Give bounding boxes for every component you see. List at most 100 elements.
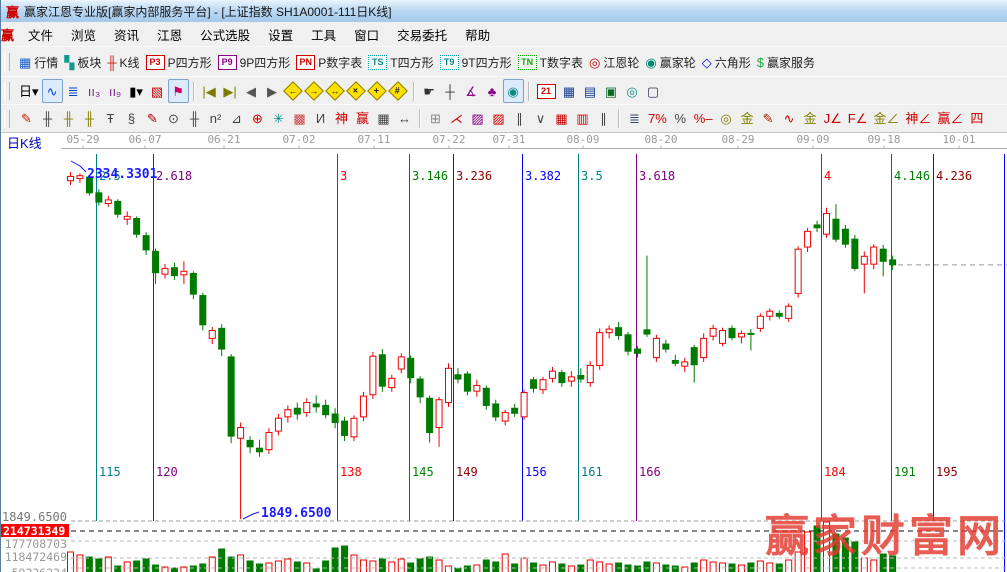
toolbar-tools-diamond-right[interactable]: → [304,79,325,103]
toolbar-tools-hand-tool[interactable]: ☛ [419,79,440,103]
toolbar-draw-grid-red[interactable]: ▦ [551,107,572,131]
toolbar-main-t-number-table[interactable]: TNT数字表 [515,50,586,74]
toolbar-draw-cycle-ruler[interactable]: ╫ [184,107,205,131]
toolbar-tools-save[interactable]: ▣ [601,79,622,103]
toolbar-main-winner-wheel[interactable]: ◉赢家轮 [642,50,698,74]
toolbar-main-winner-service[interactable]: $赢家服务 [754,50,818,74]
toolbar-draw-shen-angle[interactable]: 神∠ [902,107,934,131]
toolbar-draw-j-angle[interactable]: J∠ [821,107,845,131]
toolbar-draw-percent-7[interactable]: 7% [645,107,670,131]
toolbar-draw-stats-bars[interactable]: ≣ [624,107,645,131]
toolbar-main-9t-square[interactable]: T99T四方形 [437,50,515,74]
toolbar-tools-bars-3[interactable]: ıı₃ [84,79,105,103]
toolbar-main-p-square[interactable]: P3P四方形 [143,50,215,74]
toolbar-tools-nav-next[interactable]: ▶ [262,79,283,103]
toolbar-draw-grid-123[interactable]: ▦ [373,107,394,131]
toolbar-draw-angle-tool[interactable]: ⊿ [226,107,247,131]
toolbar-tools-calculator[interactable]: ▦ [559,79,580,103]
toolbar-tools-web[interactable]: ◎ [622,79,643,103]
toolbar-main-gripper[interactable] [4,53,10,71]
toolbar-draw-flag-pen[interactable]: ✎ [758,107,779,131]
toolbar-draw-wave-marks[interactable]: И [310,107,331,131]
menu-item-8[interactable]: 交易委托 [388,22,456,47]
toolbar-draw-percent-line[interactable]: %– [691,107,716,131]
toolbar-draw-gold-angle[interactable]: 金∠ [870,107,902,131]
menu-item-4[interactable]: 公式选股 [191,22,259,47]
toolbar-main-kline[interactable]: ╫K线 [104,50,142,74]
menu-item-7[interactable]: 窗口 [345,22,388,47]
toolbar-tools-nav-last[interactable]: ▶| [220,79,241,103]
menu-item-3[interactable]: 江恩 [148,22,191,47]
toolbar-draw-grid-box[interactable]: ▩ [289,107,310,131]
toolbar-draw-si-square[interactable]: 四 [966,107,987,131]
toolbar-draw-gold-ruler-2[interactable]: ╫ [79,107,100,131]
toolbar-draw-target[interactable]: ⊕ [247,107,268,131]
toolbar-tools-notebook[interactable]: ▤ [580,79,601,103]
toolbar-draw-star[interactable]: ✳ [268,107,289,131]
toolbar-draw-time-clock[interactable]: ⊙ [163,107,184,131]
toolbar-tools-angle-measure[interactable]: ∡ [461,79,482,103]
toolbar-tools-pattern-marks[interactable]: ▧ [147,79,168,103]
toolbar-tools-info-note[interactable]: ≣ [63,79,84,103]
toolbar-tools-zigzag-stats[interactable]: ∿ [42,79,63,103]
toolbar-tools-diamond-x[interactable]: × [346,79,367,103]
toolbar-main-t-square[interactable]: TST四方形 [365,50,436,74]
toolbar-draw-parallel[interactable]: ∥ [509,107,530,131]
toolbar-draw-gold-ruler-1[interactable]: ╫ [58,107,79,131]
toolbar-draw-gold-circle[interactable]: ◎ [716,107,737,131]
toolbar-tools-diamond-plus[interactable]: + [367,79,388,103]
toolbar-main-sectors[interactable]: ▚板块 [61,50,104,74]
toolbar-tools-crosshair[interactable]: ┼ [440,79,461,103]
toolbar-draw-price-grid[interactable]: ▥ [572,107,593,131]
menu-item-1[interactable]: 浏览 [62,22,105,47]
toolbar-main-quotes[interactable]: ▦行情 [16,50,61,74]
toolbar-draw-f-angle[interactable]: F∠ [845,107,871,131]
toolbar-tools-draw-flag[interactable]: ⚑ [168,79,189,103]
spiral-icon: § [128,112,135,125]
grid-123-icon: ▦ [377,112,389,125]
toolbar-tools-diamond-left[interactable]: ← [283,79,304,103]
toolbar-draw-gripper[interactable] [4,110,10,128]
toolbar-draw-gold-line-2[interactable]: 金 [800,107,821,131]
toolbar-tools-workstation[interactable]: ▢ [643,79,664,103]
toolbar-tools-nav-first[interactable]: |◀ [199,79,220,103]
toolbar-main-hexagon[interactable]: ◇六角形 [699,50,754,74]
toolbar-tools-tree-tool[interactable]: ♣ [482,79,503,103]
toolbar-tools-diamond-grid[interactable]: # [388,79,409,103]
toolbar-draw-ying-angle[interactable]: 赢∠ [934,107,966,131]
toolbar-tools-period-day[interactable]: 日▾ [16,79,42,103]
toolbar-draw-parallel-2[interactable]: ∥ [593,107,614,131]
toolbar-draw-fan-red[interactable]: ▨ [488,107,509,131]
toolbar-tools-nav-prev[interactable]: ◀ [241,79,262,103]
toolbar-draw-gold-line[interactable]: 金 [737,107,758,131]
toolbar-tools-period-candle[interactable]: ▮▾ [126,79,147,103]
toolbar-draw-frame[interactable]: ⊞ [425,107,446,131]
toolbar-draw-spiral[interactable]: § [121,107,142,131]
toolbar-main-p-number-table[interactable]: PNP数字表 [293,50,365,74]
toolbar-draw-v-lines[interactable]: ∨ [530,107,551,131]
toolbar-draw-fan[interactable]: ⋌ [446,107,467,131]
toolbar-tools-diamond-h[interactable]: ↔ [325,79,346,103]
menu-item-9[interactable]: 帮助 [456,22,499,47]
toolbar-draw-percent[interactable]: % [670,107,691,131]
toolbar-tools-calendar[interactable]: 21 [534,79,559,103]
toolbar-draw-shen-tool[interactable]: 神 [331,107,352,131]
toolbar-draw-marker-pen[interactable]: ✎ [142,107,163,131]
toolbar-draw-gann-ruler[interactable]: ╫ [37,107,58,131]
toolbar-draw-fan-purple[interactable]: ▨ [467,107,488,131]
toolbar-draw-n-square[interactable]: n² [205,107,226,131]
menu-item-5[interactable]: 设置 [259,22,302,47]
toolbar-draw-ying-tool[interactable]: 赢 [352,107,373,131]
toolbar-tools-bars-9[interactable]: ıı₉ [105,79,126,103]
menu-item-0[interactable]: 文件 [19,22,62,47]
menu-item-2[interactable]: 资讯 [105,22,148,47]
toolbar-tools-brain-tool[interactable]: ◉ [503,79,524,103]
toolbar-draw-pen[interactable]: ✎ [16,107,37,131]
toolbar-tools-gripper[interactable] [4,82,10,100]
toolbar-draw-f-ruler[interactable]: Ŧ [100,107,121,131]
toolbar-main-gann-wheel[interactable]: ◎江恩轮 [586,50,642,74]
toolbar-main-9p-square[interactable]: P99P四方形 [215,50,294,74]
menu-item-6[interactable]: 工具 [302,22,345,47]
toolbar-draw-wave[interactable]: ∿ [779,107,800,131]
toolbar-draw-width-arrow[interactable]: ↔ [394,107,415,131]
